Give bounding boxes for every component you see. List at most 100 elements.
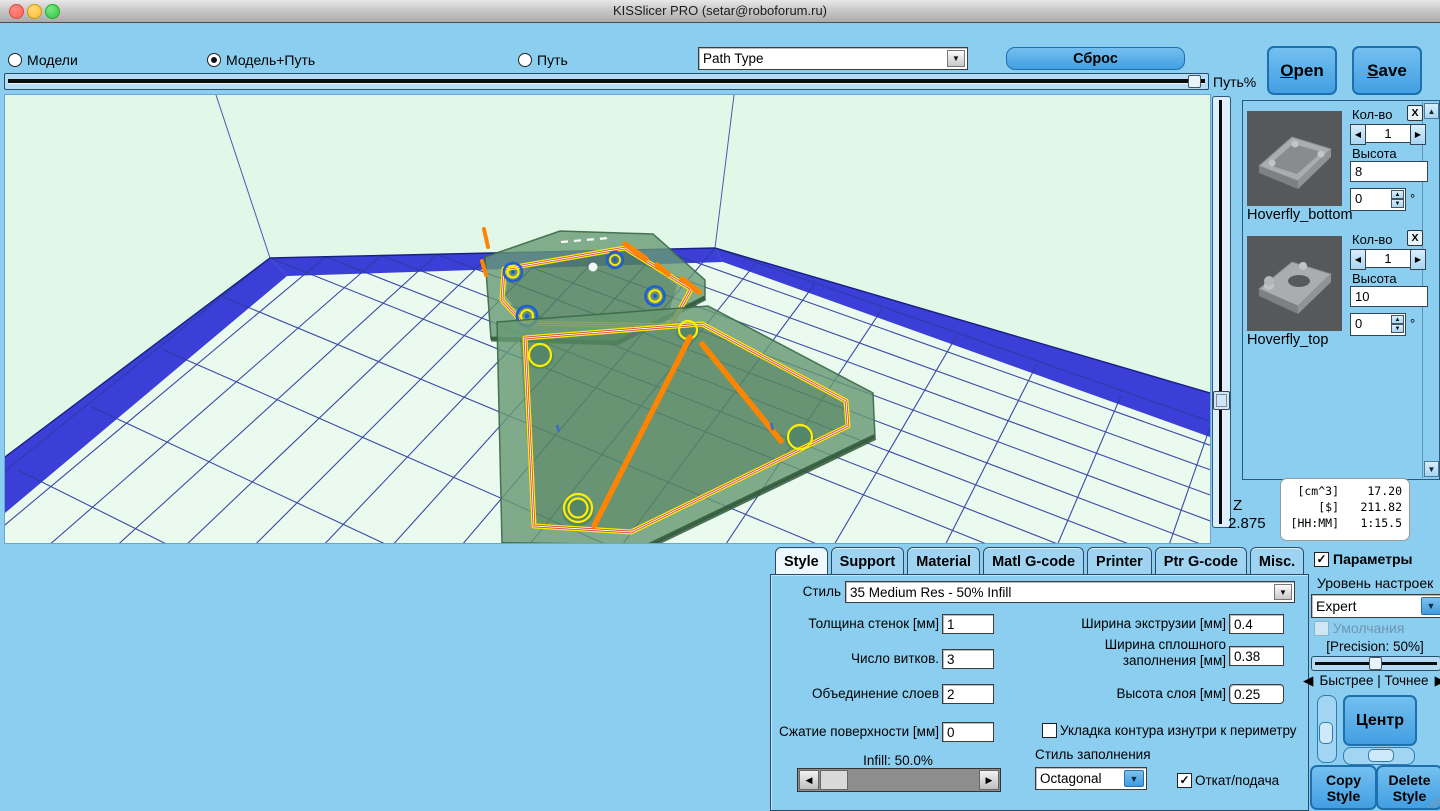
tab-material[interactable]: Material	[907, 547, 980, 575]
radio-models[interactable]: Модели	[8, 52, 78, 68]
delete-style-line1: Delete	[1388, 772, 1430, 788]
chevron-down-icon[interactable]	[1274, 584, 1292, 600]
wall-thickness-field[interactable]: 1	[942, 614, 994, 634]
rotation-value[interactable]: 0	[1355, 316, 1362, 331]
count-stepper[interactable]: ◀1▶	[1350, 124, 1426, 143]
reset-button[interactable]: Сброс	[1006, 47, 1185, 70]
precision-slider-handle[interactable]	[1369, 657, 1382, 670]
loops-field[interactable]: 3	[942, 649, 994, 669]
style-settings-panel: Стиль 35 Medium Res - 50% Infill Толщина…	[770, 574, 1309, 811]
z-layer-slider[interactable]	[1212, 96, 1231, 528]
tab-support[interactable]: Support	[831, 547, 905, 575]
pan-vertical-handle[interactable]	[1319, 722, 1333, 744]
rotation-stepper[interactable]: 0 ▲▼	[1350, 313, 1406, 336]
settings-tab-bar: Style Support Material Matl G-code Print…	[775, 546, 1307, 575]
pan-horizontal-handle[interactable]	[1368, 749, 1394, 762]
3d-viewport[interactable]	[5, 95, 1210, 543]
radio-model-path-dot[interactable]	[207, 53, 221, 67]
stat-time-value: 1:15.5	[1339, 515, 1409, 531]
extrusion-width-label: Ширина экструзии [мм]	[1016, 616, 1226, 631]
stat-time: [HH:MM] 1:15.5	[1281, 515, 1409, 531]
slider-right-icon[interactable]: ▶	[979, 770, 999, 790]
radio-model-path[interactable]: Модель+Путь	[207, 52, 315, 68]
tab-ptr-gcode[interactable]: Ptr G-code	[1155, 547, 1247, 575]
precision-slider[interactable]	[1311, 656, 1440, 671]
rotation-stepper[interactable]: 0 ▲▼	[1350, 188, 1406, 211]
radio-path[interactable]: Путь	[518, 52, 568, 68]
scroll-up-icon[interactable]: ▲	[1424, 103, 1439, 119]
model-thumbnail[interactable]	[1247, 111, 1342, 206]
stepper-right-icon[interactable]: ▶	[1410, 124, 1426, 145]
path-percent-slider-handle[interactable]	[1188, 75, 1201, 88]
stepper-right-icon[interactable]: ▶	[1410, 249, 1426, 270]
pan-horizontal-slider[interactable]	[1343, 747, 1415, 765]
path-percent-slider[interactable]	[4, 73, 1209, 90]
count-value[interactable]: 1	[1366, 124, 1410, 143]
extrusion-width-field[interactable]: 0.4	[1229, 614, 1284, 634]
stepper-left-icon[interactable]: ◀	[1350, 249, 1366, 270]
stat-cost: [$] 211.82	[1281, 499, 1409, 515]
precision-label: [Precision: 50%]	[1311, 639, 1439, 654]
open-button[interactable]: Open	[1267, 46, 1337, 95]
window-resize-grip[interactable]	[1424, 793, 1440, 809]
copy-style-button[interactable]: Copy Style	[1310, 765, 1377, 810]
skin-shrink-field[interactable]: 0	[942, 722, 994, 742]
tab-style-label: Style	[784, 554, 819, 570]
height-field[interactable]: 8	[1350, 161, 1428, 182]
layer-height-field[interactable]: 0.25	[1229, 684, 1284, 704]
height-field[interactable]: 10	[1350, 286, 1428, 307]
finer-arrow-icon[interactable]: ▶	[1435, 673, 1440, 689]
save-button[interactable]: Save	[1352, 46, 1422, 95]
faster-arrow-icon[interactable]: ◀	[1303, 673, 1313, 689]
path-type-dropdown[interactable]: Path Type	[698, 47, 968, 70]
style-preset-dropdown[interactable]: 35 Medium Res - 50% Infill	[845, 581, 1295, 603]
pan-vertical-slider[interactable]	[1317, 695, 1337, 763]
radio-models-dot[interactable]	[8, 53, 22, 67]
tab-misc[interactable]: Misc.	[1250, 547, 1304, 575]
slider-left-icon[interactable]: ◀	[799, 770, 819, 790]
chevron-down-icon[interactable]	[1421, 597, 1440, 615]
path-percent-slider-track[interactable]	[8, 79, 1205, 84]
z-axis-label: Z	[1233, 497, 1242, 514]
spin-down-icon[interactable]: ▼	[1391, 199, 1404, 208]
copy-style-line2: Style	[1327, 788, 1360, 804]
infill-slider-thumb[interactable]	[820, 770, 848, 790]
destring-checkbox-label: Откат/подача	[1195, 773, 1279, 788]
save-button-label: Save	[1367, 61, 1407, 81]
chevron-down-icon[interactable]	[1124, 770, 1144, 787]
tab-printer[interactable]: Printer	[1087, 547, 1152, 575]
tab-misc-label: Misc.	[1259, 554, 1295, 570]
settings-level-dropdown[interactable]: Expert	[1311, 594, 1440, 618]
tab-matl-gcode[interactable]: Matl G-code	[983, 547, 1084, 575]
parameters-checkbox[interactable]	[1314, 552, 1329, 567]
layer-join-field[interactable]: 2	[942, 684, 994, 704]
center-button[interactable]: Центр	[1343, 695, 1417, 746]
infill-style-dropdown[interactable]: Octagonal	[1035, 767, 1147, 790]
close-icon[interactable]: X	[1407, 105, 1423, 121]
count-value[interactable]: 1	[1366, 249, 1410, 268]
spin-up-icon[interactable]: ▲	[1391, 190, 1404, 199]
settings-level-value: Expert	[1316, 598, 1356, 614]
spin-up-icon[interactable]: ▲	[1391, 315, 1404, 324]
tab-style[interactable]: Style	[775, 547, 828, 575]
scroll-down-icon[interactable]: ▼	[1424, 461, 1439, 477]
spin-down-icon[interactable]: ▼	[1391, 324, 1404, 333]
close-icon[interactable]: X	[1407, 230, 1423, 246]
chevron-down-icon[interactable]	[947, 50, 965, 67]
layer-height-label: Высота слоя [мм]	[1016, 686, 1226, 701]
z-slider-track[interactable]	[1219, 100, 1223, 524]
infill-slider[interactable]: ◀ ▶	[797, 768, 1001, 792]
infill-style-value: Octagonal	[1040, 771, 1102, 786]
z-slider-handle[interactable]	[1213, 391, 1230, 410]
z-value: 2.875	[1228, 515, 1266, 532]
radio-path-dot[interactable]	[518, 53, 532, 67]
model-thumbnail[interactable]	[1247, 236, 1342, 331]
3d-scene[interactable]	[5, 95, 1210, 543]
solid-infill-width-field[interactable]: 0.38	[1229, 646, 1284, 666]
stepper-left-icon[interactable]: ◀	[1350, 124, 1366, 145]
destring-checkbox[interactable]	[1177, 773, 1192, 788]
seam-checkbox[interactable]	[1042, 723, 1057, 738]
rotation-value[interactable]: 0	[1355, 191, 1362, 206]
count-stepper[interactable]: ◀1▶	[1350, 249, 1426, 268]
reset-button-label: Сброс	[1073, 51, 1118, 67]
